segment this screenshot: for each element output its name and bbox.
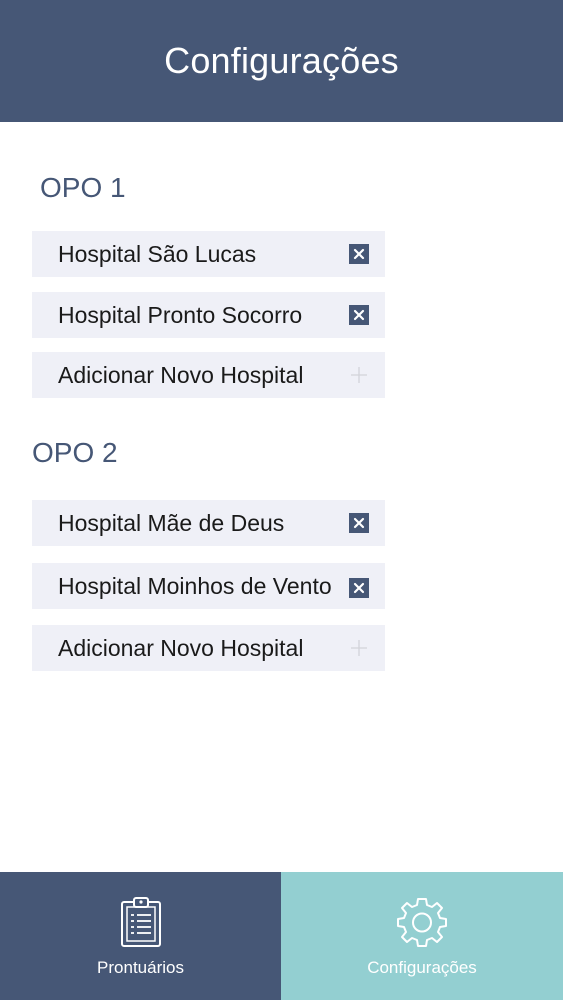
add-hospital-label: Adicionar Novo Hospital bbox=[58, 634, 304, 661]
hospital-name: Hospital São Lucas bbox=[58, 240, 257, 267]
close-icon bbox=[353, 517, 365, 529]
clipboard-icon bbox=[119, 894, 163, 950]
bottom-tab-bar: Prontuários Configurações bbox=[0, 872, 563, 1000]
tab-label: Configurações bbox=[367, 958, 477, 977]
tab-label: Prontuários bbox=[97, 958, 184, 977]
app-header: Configurações bbox=[0, 0, 563, 122]
hospital-item[interactable]: Hospital Pronto Socorro bbox=[32, 292, 385, 338]
close-icon bbox=[353, 309, 365, 321]
hospital-item[interactable]: Hospital Mãe de Deus bbox=[32, 500, 385, 546]
add-hospital-label: Adicionar Novo Hospital bbox=[58, 361, 304, 388]
remove-hospital-button[interactable] bbox=[349, 305, 369, 325]
close-icon bbox=[353, 248, 365, 260]
add-hospital-button[interactable]: Adicionar Novo Hospital bbox=[32, 625, 385, 671]
remove-hospital-button[interactable] bbox=[349, 244, 369, 264]
page-title: Configurações bbox=[164, 40, 399, 81]
hospital-item[interactable]: Hospital Moinhos de Vento bbox=[32, 563, 385, 609]
remove-hospital-button[interactable] bbox=[349, 578, 369, 598]
section-title-opo-2: OPO 2 bbox=[32, 437, 118, 468]
hospital-item[interactable]: Hospital São Lucas bbox=[32, 231, 385, 277]
hospital-name: Hospital Moinhos de Vento bbox=[58, 572, 332, 599]
plus-icon[interactable] bbox=[349, 638, 369, 658]
add-hospital-button[interactable]: Adicionar Novo Hospital bbox=[32, 352, 385, 398]
section-title-opo-1: OPO 1 bbox=[40, 172, 126, 203]
plus-icon[interactable] bbox=[349, 365, 369, 385]
hospital-name: Hospital Pronto Socorro bbox=[58, 301, 303, 328]
tab-configuracoes[interactable]: Configurações bbox=[281, 872, 563, 1000]
hospital-name: Hospital Mãe de Deus bbox=[58, 509, 285, 536]
close-icon bbox=[353, 582, 365, 594]
gear-icon bbox=[395, 894, 449, 950]
tab-prontuarios[interactable]: Prontuários bbox=[0, 872, 281, 1000]
remove-hospital-button[interactable] bbox=[349, 513, 369, 533]
